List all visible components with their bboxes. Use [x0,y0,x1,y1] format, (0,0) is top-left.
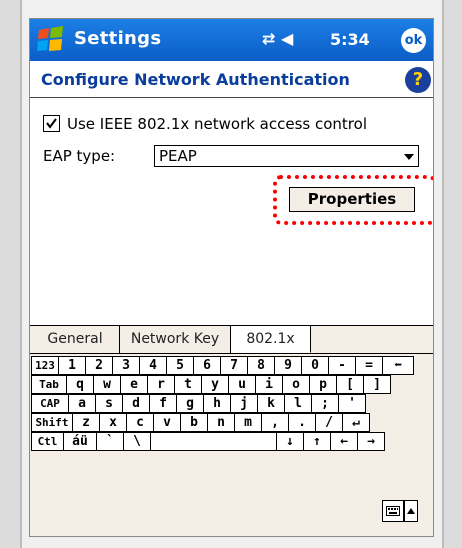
keyboard-key[interactable]: h [203,394,231,413]
help-icon[interactable]: ? [405,67,431,93]
keyboard-key[interactable]: 9 [274,356,302,375]
device-screen: Settings ⇄ ◀ 5:34 ok Configure Network A… [29,18,434,537]
keyboard-key[interactable]: ' [338,394,366,413]
tab-general[interactable]: General [31,326,120,353]
keyboard-key[interactable]: t [174,375,202,394]
keyboard-key[interactable]: 7 [220,356,248,375]
connectivity-volume-icon[interactable]: ⇄ ◀ [262,29,293,48]
keyboard-key[interactable]: ; [311,394,339,413]
keyboard-key[interactable]: x [99,413,127,432]
keyboard-key[interactable]: m [234,413,262,432]
keyboard-key[interactable]: e [120,375,148,394]
keyboard-key[interactable]: w [93,375,121,394]
keyboard-key[interactable]: f [149,394,177,413]
keyboard-key[interactable]: Ctl [31,432,64,451]
keyboard-icon[interactable] [382,500,404,522]
chevron-up-icon[interactable] [404,500,418,522]
keyboard-key[interactable]: i [255,375,283,394]
keyboard-key[interactable]: = [355,356,383,375]
keyboard-key[interactable]: 3 [112,356,140,375]
space-key[interactable] [150,432,277,451]
keyboard-key[interactable]: ` [96,432,124,451]
keyboard-key[interactable]: ↵ [342,413,370,432]
checkmark-icon [46,118,57,129]
keyboard-key[interactable]: \ [123,432,151,451]
keyboard-key[interactable]: 5 [166,356,194,375]
keyboard-key[interactable]: ← [330,432,358,451]
keyboard-key[interactable]: q [66,375,94,394]
keyboard-key[interactable]: 2 [85,356,113,375]
keyboard-key[interactable]: ⬅ [382,356,414,375]
keyboard-key[interactable]: d [122,394,150,413]
keyboard-key[interactable]: Shift [31,413,73,432]
keyboard-key[interactable]: 8 [247,356,275,375]
keyboard-key[interactable]: ↓ [276,432,304,451]
tab-8021x[interactable]: 802.1x [231,326,311,353]
keyboard-key[interactable]: → [357,432,385,451]
app-title: Settings [74,28,162,49]
keyboard-key[interactable]: j [230,394,258,413]
eap-type-select[interactable]: PEAP [154,145,419,167]
keyboard-key[interactable]: - [328,356,356,375]
keyboard-key[interactable]: a [68,394,96,413]
keyboard-key[interactable]: b [180,413,208,432]
keyboard-key[interactable]: y [201,375,229,394]
keyboard-key[interactable]: l [284,394,312,413]
keyboard-key[interactable]: k [257,394,285,413]
keyboard-key[interactable]: c [126,413,154,432]
highlight-annotation [273,175,433,225]
keyboard-key[interactable]: 6 [193,356,221,375]
chevron-down-icon [404,154,414,160]
keyboard-key[interactable]: g [176,394,204,413]
tab-network-key[interactable]: Network Key [120,326,231,353]
eap-type-value: PEAP [159,147,197,165]
soft-keyboard: 123 1 2 3 4 5 6 7 8 9 0- = ⬅ Tab q w e r t y u i o p[] CAP a s d f g h… [30,353,433,536]
keyboard-key[interactable]: ↑ [303,432,331,451]
keyboard-key[interactable]: / [315,413,343,432]
keyboard-key[interactable]: u [228,375,256,394]
keyboard-key[interactable]: v [153,413,181,432]
keyboard-key[interactable]: r [147,375,175,394]
keyboard-key[interactable]: [ [336,375,364,394]
title-bar: Settings ⇄ ◀ 5:34 ok [30,19,433,61]
clock[interactable]: 5:34 [330,30,370,49]
start-windows-icon[interactable] [36,25,66,55]
keyboard-key[interactable]: p [309,375,337,394]
keyboard-key[interactable]: 4 [139,356,167,375]
ieee-8021x-checkbox[interactable] [43,115,60,132]
ok-button[interactable]: ok [401,28,426,53]
page-title: Configure Network Authentication [41,70,350,89]
eap-type-label: EAP type: [43,147,116,165]
keyboard-key[interactable]: CAP [31,394,69,413]
keyboard-key[interactable]: 123 [31,356,59,375]
keyboard-key[interactable]: Tab [31,375,67,394]
ieee-8021x-label[interactable]: Use IEEE 802.1x network access control [67,115,367,133]
divider [30,97,433,98]
keyboard-key[interactable]: n [207,413,235,432]
keyboard-key[interactable]: ] [363,375,391,394]
keyboard-key[interactable]: o [282,375,310,394]
keyboard-key[interactable]: 1 [58,356,86,375]
keyboard-key[interactable]: s [95,394,123,413]
keyboard-key[interactable]: 0 [301,356,329,375]
keyboard-key[interactable]: z [72,413,100,432]
keyboard-key[interactable]: . [288,413,316,432]
keyboard-key[interactable]: , [261,413,289,432]
keyboard-key[interactable]: áü [63,432,97,451]
